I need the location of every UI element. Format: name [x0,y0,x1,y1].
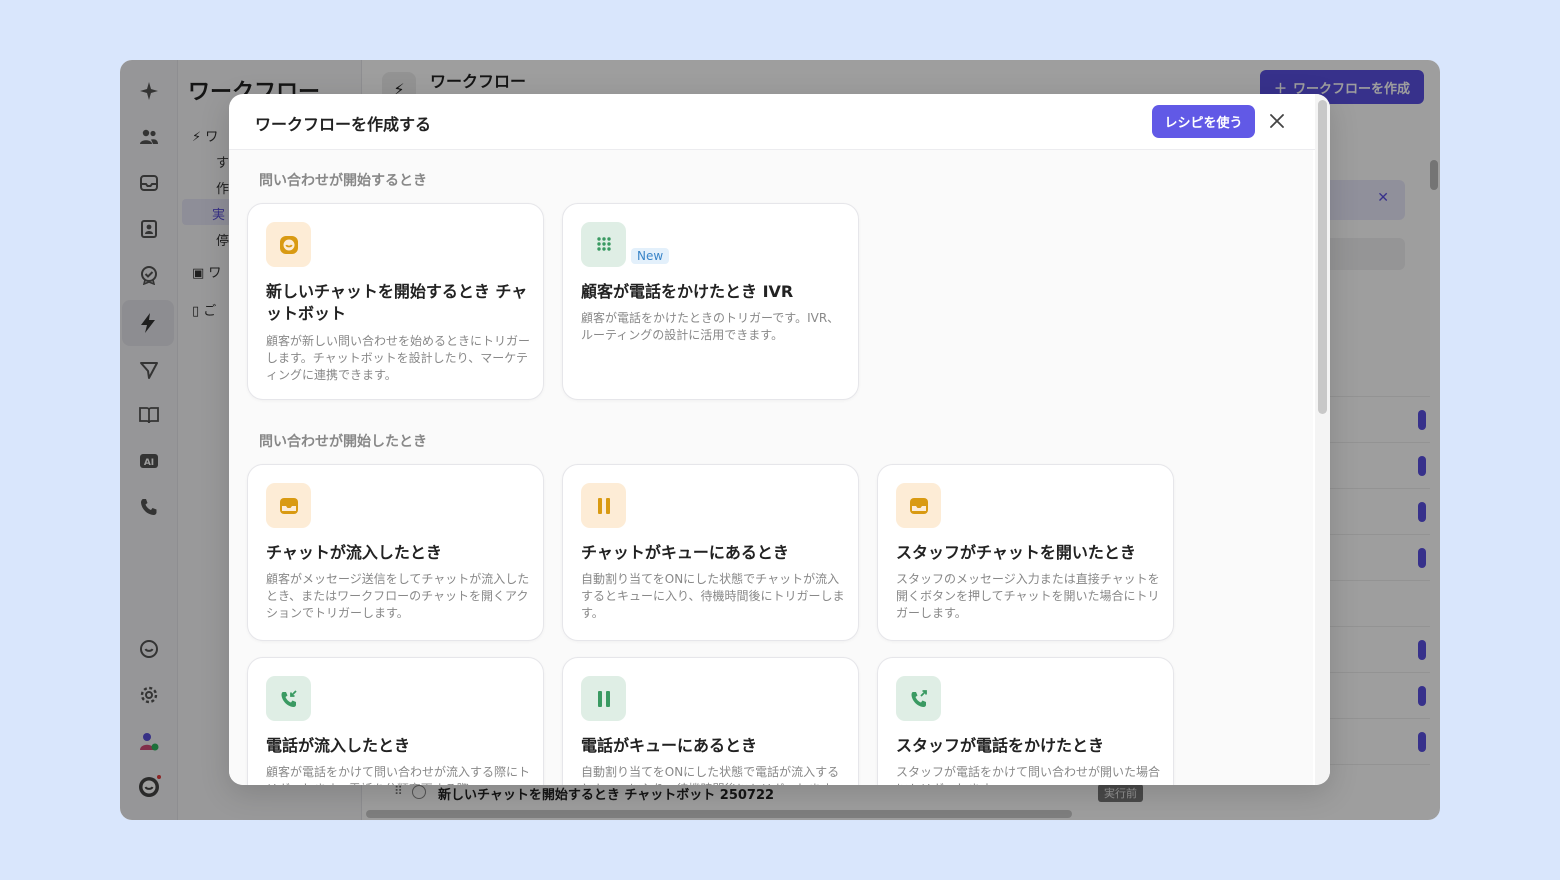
card-title: チャットがキューにあるとき [581,543,789,562]
trigger-card-new-chat-chatbot[interactable]: 新しいチャットを開始するとき チャットボット 顧客が新しい問い合わせを始めるとき… [247,203,544,400]
card-description: 顧客がメッセージ送信をしてチャットが流入したとき、またはワークフローのチャットを… [266,572,530,620]
create-workflow-modal: ワークフローを作成する レシピを使う 問い合わせが開始するとき 新しいチャットを… [229,94,1330,785]
inbox-icon [896,483,941,528]
modal-body: 問い合わせが開始するとき 新しいチャットを開始するとき チャットボット 顧客が新… [229,150,1313,785]
card-title: スタッフが電話をかけたとき [896,736,1105,755]
use-recipe-button[interactable]: レシピを使う [1152,105,1255,138]
card-description: 自動割り当てをONにした状態でチャットが流入するとキューに入り、待機時間後にトリ… [581,572,845,620]
card-description: 自動割り当てをONにした状態で電話が流入するとキューに入り、待機時間後にトリガー… [581,765,843,785]
section-label: 問い合わせが開始したとき [259,434,427,450]
pause-icon [581,676,626,721]
pause-icon [581,483,626,528]
card-title: 新しいチャットを開始するとき チャットボット [266,282,528,323]
new-badge: New [631,248,670,264]
close-icon[interactable] [1265,108,1289,134]
trigger-card-incoming-call-ivr[interactable]: New 顧客が電話をかけたとき IVR 顧客が電話をかけたときのトリガーです。I… [562,203,859,400]
card-description: 顧客が新しい問い合わせを始めるときにトリガーします。チャットボットを設計したり、… [266,334,531,382]
card-title: チャットが流入したとき [266,543,442,562]
trigger-card-staff-made-call[interactable]: スタッフが電話をかけたとき スタッフが電話をかけて問い合わせが開いた場合にトリガ… [877,657,1174,785]
modal-header: ワークフローを作成する レシピを使う [229,94,1330,150]
trigger-card-staff-opened-chat[interactable]: スタッフがチャットを開いたとき スタッフのメッセージ入力または直接チャットを開く… [877,464,1174,641]
card-description: スタッフが電話をかけて問い合わせが開いた場合にトリガーします。 [896,765,1161,785]
modal-scrollbar[interactable] [1318,100,1327,414]
modal-title: ワークフローを作成する [255,115,432,134]
phone-outgoing-icon [896,676,941,721]
trigger-card-chat-in-queue[interactable]: チャットがキューにあるとき 自動割り当てをONにした状態でチャットが流入するとキ… [562,464,859,641]
card-title: 電話がキューにあるとき [581,736,758,755]
trigger-card-call-incoming[interactable]: 電話が流入したとき 顧客が電話をかけて問い合わせが流入する際にトリガーします。電… [247,657,544,785]
card-title: 電話が流入したとき [266,736,411,755]
phone-incoming-icon [266,676,311,721]
card-title: 顧客が電話をかけたとき IVR [581,282,794,301]
card-description: スタッフのメッセージ入力または直接チャットを開くボタンを押してチャットを開いた場… [896,572,1160,620]
chat-bubble-icon [266,222,311,267]
dialpad-icon [581,222,626,267]
trigger-card-call-in-queue[interactable]: 電話がキューにあるとき 自動割り当てをONにした状態で電話が流入するとキューに入… [562,657,859,785]
inbox-icon [266,483,311,528]
trigger-card-chat-incoming[interactable]: チャットが流入したとき 顧客がメッセージ送信をしてチャットが流入したとき、または… [247,464,544,641]
section-label: 問い合わせが開始するとき [259,173,427,189]
card-title: スタッフがチャットを開いたとき [896,543,1136,562]
card-description: 顧客が電話をかけたときのトリガーです。IVR、ルーティングの設計に活用できます。 [581,311,840,342]
card-description: 顧客が電話をかけて問い合わせが流入する際にトリガーします。電話を分類変更する際 [266,765,531,785]
